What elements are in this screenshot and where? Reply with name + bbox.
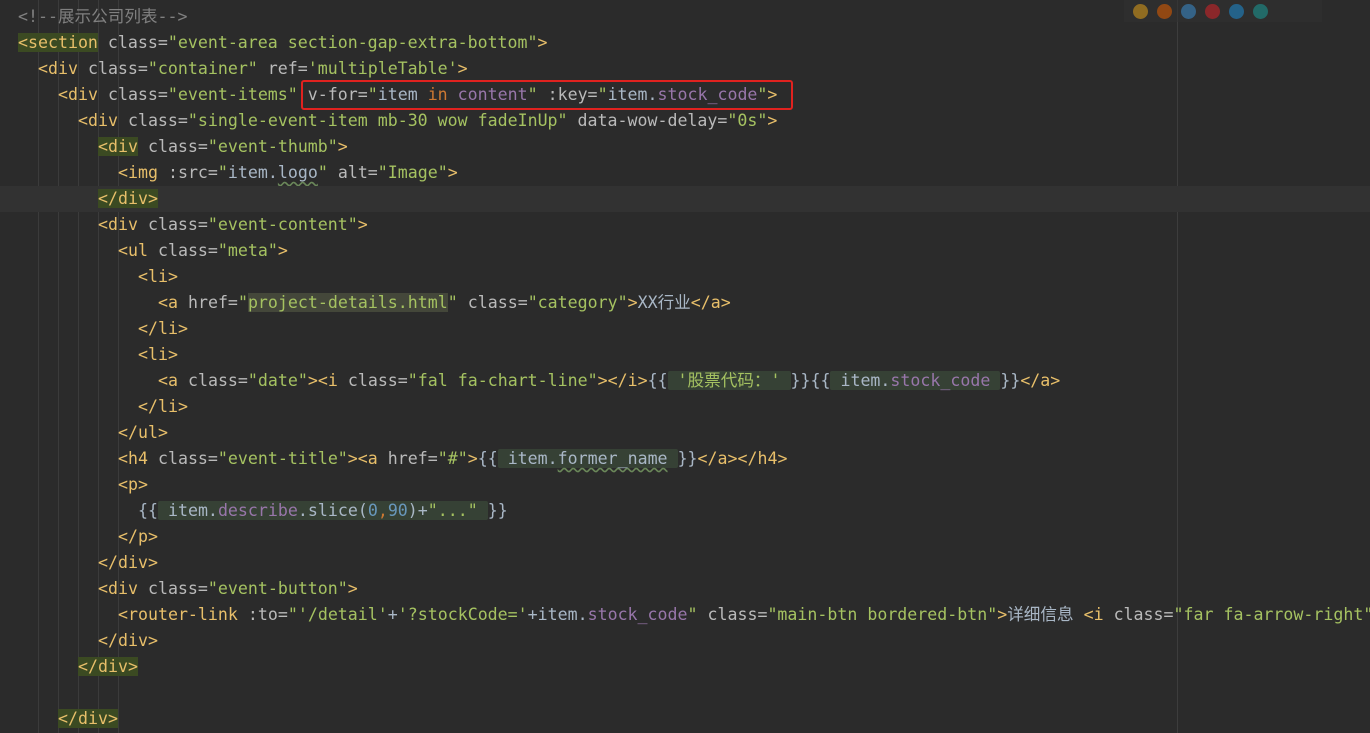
code-text: <div class="event-content"> xyxy=(98,215,368,234)
code-line[interactable]: <a class="date"><i class="fal fa-chart-l… xyxy=(0,368,1370,394)
browser-preview-bar xyxy=(1124,0,1322,22)
code-text: </div> xyxy=(58,709,118,728)
code-text: <a class="date"><i class="fal fa-chart-l… xyxy=(158,371,1061,390)
internet-explorer-icon[interactable] xyxy=(1229,3,1244,19)
code-text: </div> xyxy=(98,189,158,208)
code-line[interactable]: </li> xyxy=(0,394,1370,420)
code-line-current[interactable]: </div> xyxy=(0,186,1370,212)
code-text: <h4 class="event-title"><a href="#">{{ i… xyxy=(118,449,788,468)
code-text: </li> xyxy=(138,397,188,416)
code-text: </div> xyxy=(78,657,138,676)
code-text: </div> xyxy=(98,553,158,572)
code-text: <div class="event-thumb"> xyxy=(98,137,348,156)
code-line[interactable]: <li> xyxy=(0,264,1370,290)
code-line[interactable]: <p> xyxy=(0,472,1370,498)
code-text: <div class="single-event-item mb-30 wow … xyxy=(78,111,778,130)
safari-icon[interactable] xyxy=(1181,3,1196,19)
code-line[interactable]: <li> xyxy=(0,342,1370,368)
code-text: <p> xyxy=(118,475,148,494)
code-text: <ul class="meta"> xyxy=(118,241,288,260)
code-line[interactable]: </p> xyxy=(0,524,1370,550)
code-line[interactable]: <div class="container" ref='multipleTabl… xyxy=(0,56,1370,82)
code-line[interactable]: </div> xyxy=(0,628,1370,654)
code-text: </ul> xyxy=(118,423,168,442)
comment: <!--展示公司列表--> xyxy=(18,7,188,26)
code-line[interactable]: <div class="event-items" v-for="item in … xyxy=(0,82,1370,108)
code-text: </li> xyxy=(138,319,188,338)
code-text: <div class="event-items" v-for="item in … xyxy=(58,85,778,104)
code-line[interactable]: <div class="event-content"> xyxy=(0,212,1370,238)
code-text: <img :src="item.logo" alt="Image"> xyxy=(118,163,458,182)
code-text: <a href="project-details.html" class="ca… xyxy=(158,293,731,312)
code-text: <div class="event-button"> xyxy=(98,579,358,598)
code-line[interactable]: </div> xyxy=(0,654,1370,680)
code-text: <div class="container" ref='multipleTabl… xyxy=(38,59,468,78)
code-editor[interactable]: <!--展示公司列表--> <section class="event-area… xyxy=(0,0,1370,733)
code-text: <li> xyxy=(138,267,178,286)
code-line[interactable]: <a href="project-details.html" class="ca… xyxy=(0,290,1370,316)
code-text: </div> xyxy=(98,631,158,650)
firefox-icon[interactable] xyxy=(1157,3,1172,19)
code-line[interactable]: <router-link :to="'/detail'+'?stockCode=… xyxy=(0,602,1370,628)
edge-icon[interactable] xyxy=(1253,3,1268,19)
code-line[interactable]: <img :src="item.logo" alt="Image"> xyxy=(0,160,1370,186)
code-text: {{ item.describe.slice(0,90)+"..." }} xyxy=(138,501,508,520)
code-text: <li> xyxy=(138,345,178,364)
code-line[interactable]: </div> xyxy=(0,550,1370,576)
code-line[interactable]: </ul> xyxy=(0,420,1370,446)
code-line[interactable]: <div class="event-button"> xyxy=(0,576,1370,602)
code-line[interactable]: <h4 class="event-title"><a href="#">{{ i… xyxy=(0,446,1370,472)
code-line[interactable]: <div class="single-event-item mb-30 wow … xyxy=(0,108,1370,134)
code-line[interactable]: </li> xyxy=(0,316,1370,342)
code-text: <router-link :to="'/detail'+'?stockCode=… xyxy=(118,605,1370,624)
opera-icon[interactable] xyxy=(1205,3,1220,19)
code-line[interactable]: </div> xyxy=(0,706,1370,732)
code-text: </p> xyxy=(118,527,158,546)
code-line[interactable]: <section class="event-area section-gap-e… xyxy=(0,30,1370,56)
code-text: <section class="event-area section-gap-e… xyxy=(18,33,548,52)
code-line[interactable]: <div class="event-thumb"> xyxy=(0,134,1370,160)
chrome-icon[interactable] xyxy=(1133,3,1148,19)
code-line[interactable]: <ul class="meta"> xyxy=(0,238,1370,264)
code-line[interactable]: {{ item.describe.slice(0,90)+"..." }} xyxy=(0,498,1370,524)
